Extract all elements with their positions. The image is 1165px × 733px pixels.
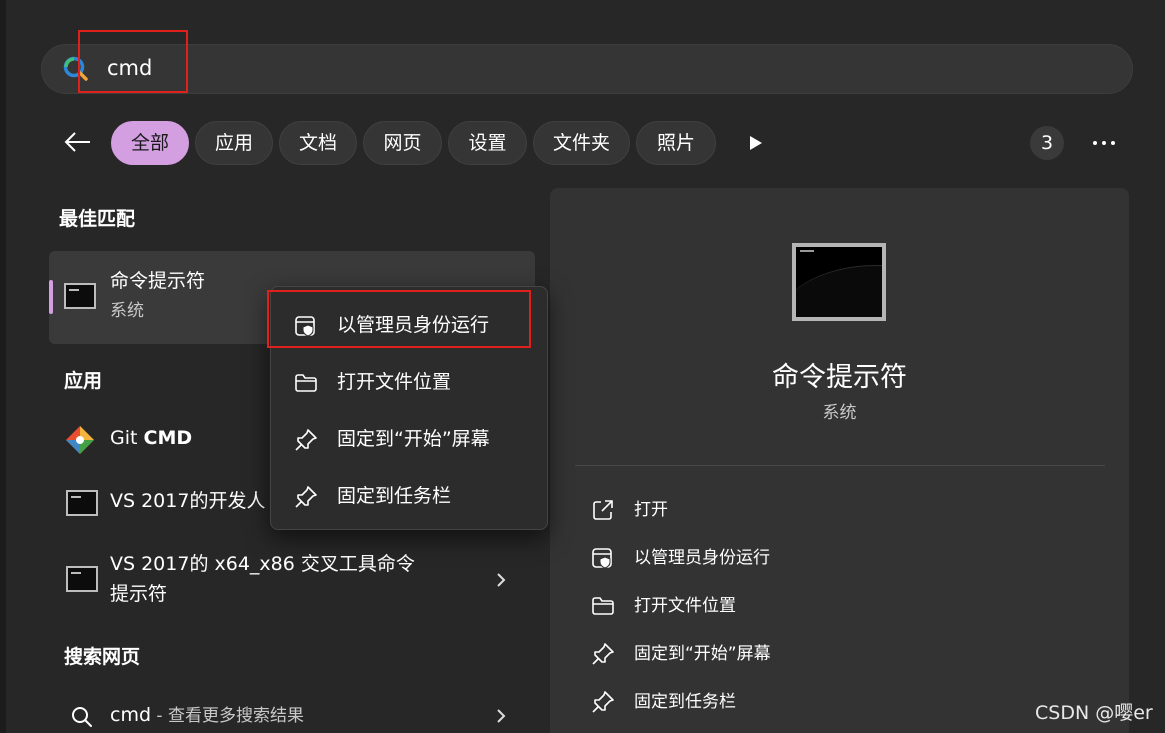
folder-icon [293, 370, 319, 396]
pin-icon [590, 641, 616, 667]
play-icon[interactable] [745, 131, 767, 155]
action-pin-to-start-label: 固定到“开始”屏幕 [634, 644, 771, 664]
cm-pin-to-start-label: 固定到“开始”屏幕 [337, 428, 490, 450]
cm-open-file-location-label: 打开文件位置 [337, 371, 452, 393]
app-item-title-line2: 提示符 [110, 583, 168, 605]
action-run-as-admin-label: 以管理员身份运行 [634, 548, 770, 568]
best-match-subtitle: 系统 [110, 301, 144, 321]
section-web: 搜索网页 [64, 646, 141, 668]
filter-apps[interactable]: 应用 [195, 121, 273, 165]
section-apps: 应用 [64, 370, 103, 392]
app-item-title-line1: VS 2017的 x64_x86 交叉工具命令 [110, 553, 415, 575]
cm-open-file-location[interactable]: 打开文件位置 [271, 360, 549, 404]
back-arrow-icon[interactable] [62, 128, 94, 156]
filter-settings[interactable]: 设置 [448, 121, 527, 165]
filter-folders[interactable]: 文件夹 [533, 121, 630, 165]
open-external-icon [590, 497, 616, 523]
filter-photos[interactable]: 照片 [636, 121, 716, 165]
details-subtitle: 系统 [822, 403, 857, 423]
action-open-file-location-label: 打开文件位置 [634, 596, 736, 616]
best-match-title: 命令提示符 [110, 270, 206, 292]
section-best-match: 最佳匹配 [59, 208, 136, 230]
details-divider [575, 465, 1105, 466]
selection-indicator [49, 280, 53, 314]
more-options-icon[interactable] [1091, 139, 1117, 147]
action-pin-to-start[interactable]: 固定到“开始”屏幕 [590, 636, 1090, 672]
cm-pin-to-taskbar-label: 固定到任务栏 [337, 485, 452, 507]
search-icon [70, 705, 94, 729]
cmd-icon [64, 283, 96, 309]
search-bar[interactable] [41, 44, 1133, 94]
watermark: CSDN @嘤er [1035, 702, 1153, 724]
cmd-icon [66, 566, 98, 592]
filter-web[interactable]: 网页 [363, 121, 442, 165]
details-title: 命令提示符 [772, 362, 907, 393]
folder-icon [590, 593, 616, 619]
filter-documents[interactable]: 文档 [279, 121, 357, 165]
highlight-box-run-as-admin [267, 290, 531, 348]
pin-icon [293, 427, 319, 453]
action-open-file-location[interactable]: 打开文件位置 [590, 588, 1090, 624]
chevron-right-icon[interactable] [494, 571, 508, 589]
cm-pin-to-start[interactable]: 固定到“开始”屏幕 [271, 417, 549, 461]
chevron-right-icon[interactable] [494, 707, 508, 725]
highlight-box-search [78, 30, 188, 93]
pin-icon [590, 689, 616, 715]
web-search-label: cmd - 查看更多搜索结果 [110, 704, 304, 726]
pin-icon [293, 484, 319, 510]
action-open[interactable]: 打开 [590, 492, 1090, 528]
filter-all[interactable]: 全部 [111, 121, 189, 165]
app-item-title: Git CMD [110, 427, 193, 449]
result-count-badge: 3 [1030, 126, 1064, 160]
shield-icon [590, 545, 616, 571]
cmd-large-icon [792, 243, 886, 321]
git-icon [65, 425, 95, 455]
action-pin-to-taskbar[interactable]: 固定到任务栏 [590, 684, 1090, 720]
cmd-icon [66, 490, 98, 516]
cm-pin-to-taskbar[interactable]: 固定到任务栏 [271, 474, 549, 518]
action-run-as-admin[interactable]: 以管理员身份运行 [590, 540, 1090, 576]
app-item-title: VS 2017的开发人 [110, 490, 266, 512]
action-pin-to-taskbar-label: 固定到任务栏 [634, 692, 736, 712]
action-open-label: 打开 [634, 500, 668, 520]
